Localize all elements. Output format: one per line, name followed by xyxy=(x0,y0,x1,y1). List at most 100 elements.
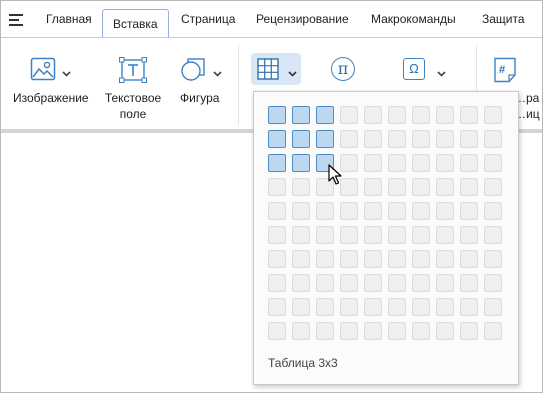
table-grid-cell[interactable] xyxy=(412,154,430,172)
table-grid-cell[interactable] xyxy=(436,298,454,316)
table-grid-cell[interactable] xyxy=(484,106,502,124)
table-grid-cell[interactable] xyxy=(364,322,382,340)
tab-macros[interactable]: Макрокоманды xyxy=(371,12,456,26)
table-grid-cell[interactable] xyxy=(412,250,430,268)
insert-field-button[interactable]: # xyxy=(493,57,521,85)
table-grid-cell[interactable] xyxy=(292,106,310,124)
table-grid-cell[interactable] xyxy=(388,130,406,148)
table-grid-cell[interactable] xyxy=(412,226,430,244)
table-grid-cell[interactable] xyxy=(436,202,454,220)
table-grid-cell[interactable] xyxy=(340,202,358,220)
table-grid-cell[interactable] xyxy=(292,322,310,340)
tab-insert[interactable]: Вставка xyxy=(102,9,169,38)
table-grid-cell[interactable] xyxy=(340,130,358,148)
table-grid-cell[interactable] xyxy=(364,298,382,316)
table-grid-cell[interactable] xyxy=(268,154,286,172)
table-grid-cell[interactable] xyxy=(292,178,310,196)
table-grid-cell[interactable] xyxy=(388,274,406,292)
table-grid-cell[interactable] xyxy=(268,274,286,292)
table-grid-cell[interactable] xyxy=(412,202,430,220)
table-grid-cell[interactable] xyxy=(388,106,406,124)
insert-table-button[interactable] xyxy=(251,53,301,85)
table-grid-cell[interactable] xyxy=(484,178,502,196)
insert-symbol-button[interactable]: Ω xyxy=(403,57,449,83)
table-grid-cell[interactable] xyxy=(484,322,502,340)
table-grid-cell[interactable] xyxy=(484,250,502,268)
table-grid-cell[interactable] xyxy=(436,226,454,244)
insert-image-button[interactable] xyxy=(28,57,76,85)
table-grid-cell[interactable] xyxy=(340,274,358,292)
tab-page[interactable]: Страница xyxy=(181,12,235,26)
table-grid-cell[interactable] xyxy=(412,298,430,316)
table-grid-cell[interactable] xyxy=(292,202,310,220)
table-grid-cell[interactable] xyxy=(484,226,502,244)
table-grid-cell[interactable] xyxy=(460,250,478,268)
table-grid-cell[interactable] xyxy=(436,322,454,340)
table-grid-cell[interactable] xyxy=(340,298,358,316)
table-grid-cell[interactable] xyxy=(340,226,358,244)
tab-review[interactable]: Рецензирование xyxy=(256,12,349,26)
table-grid-cell[interactable] xyxy=(316,298,334,316)
table-grid-cell[interactable] xyxy=(436,130,454,148)
table-grid-cell[interactable] xyxy=(268,106,286,124)
table-grid-cell[interactable] xyxy=(388,202,406,220)
tab-protection[interactable]: Защита xyxy=(482,12,525,26)
table-grid-cell[interactable] xyxy=(268,202,286,220)
table-grid-cell[interactable] xyxy=(460,274,478,292)
table-grid-cell[interactable] xyxy=(364,154,382,172)
table-grid-cell[interactable] xyxy=(364,226,382,244)
tab-home[interactable]: Главная xyxy=(46,12,92,26)
table-grid-cell[interactable] xyxy=(388,178,406,196)
table-grid-cell[interactable] xyxy=(412,130,430,148)
table-grid-cell[interactable] xyxy=(460,106,478,124)
table-grid-cell[interactable] xyxy=(460,130,478,148)
table-grid-cell[interactable] xyxy=(460,298,478,316)
table-grid-cell[interactable] xyxy=(268,250,286,268)
table-grid-cell[interactable] xyxy=(316,274,334,292)
table-grid-cell[interactable] xyxy=(292,154,310,172)
hamburger-menu-icon[interactable] xyxy=(9,14,23,26)
table-grid-cell[interactable] xyxy=(484,298,502,316)
table-grid-cell[interactable] xyxy=(460,202,478,220)
table-grid-cell[interactable] xyxy=(340,178,358,196)
table-grid-cell[interactable] xyxy=(436,178,454,196)
table-grid-cell[interactable] xyxy=(460,226,478,244)
table-grid-cell[interactable] xyxy=(460,178,478,196)
table-grid-cell[interactable] xyxy=(268,130,286,148)
table-grid-cell[interactable] xyxy=(484,202,502,220)
table-grid-cell[interactable] xyxy=(340,154,358,172)
table-grid-cell[interactable] xyxy=(484,130,502,148)
table-grid-cell[interactable] xyxy=(388,298,406,316)
table-grid-cell[interactable] xyxy=(364,130,382,148)
table-grid-cell[interactable] xyxy=(292,298,310,316)
table-grid-cell[interactable] xyxy=(268,322,286,340)
table-grid-cell[interactable] xyxy=(436,154,454,172)
table-grid-cell[interactable] xyxy=(364,250,382,268)
table-grid-cell[interactable] xyxy=(460,322,478,340)
table-grid-cell[interactable] xyxy=(316,250,334,268)
table-grid-cell[interactable] xyxy=(316,322,334,340)
table-grid-cell[interactable] xyxy=(364,178,382,196)
table-grid-cell[interactable] xyxy=(292,226,310,244)
table-grid-cell[interactable] xyxy=(268,226,286,244)
table-grid-cell[interactable] xyxy=(268,178,286,196)
table-grid-cell[interactable] xyxy=(388,154,406,172)
table-grid-cell[interactable] xyxy=(316,226,334,244)
table-grid-cell[interactable] xyxy=(460,154,478,172)
insert-textbox-button[interactable] xyxy=(119,57,149,85)
table-grid-cell[interactable] xyxy=(292,250,310,268)
table-grid-cell[interactable] xyxy=(412,322,430,340)
table-grid-cell[interactable] xyxy=(412,178,430,196)
table-grid-cell[interactable] xyxy=(340,250,358,268)
table-grid-cell[interactable] xyxy=(412,274,430,292)
table-grid-cell[interactable] xyxy=(388,322,406,340)
table-grid-cell[interactable] xyxy=(436,250,454,268)
table-grid-cell[interactable] xyxy=(412,106,430,124)
table-grid-cell[interactable] xyxy=(340,322,358,340)
table-grid-cell[interactable] xyxy=(388,226,406,244)
table-grid-cell[interactable] xyxy=(292,130,310,148)
table-grid-cell[interactable] xyxy=(316,106,334,124)
table-grid-cell[interactable] xyxy=(364,106,382,124)
table-grid-cell[interactable] xyxy=(436,274,454,292)
insert-formula-button[interactable]: π xyxy=(331,57,357,83)
